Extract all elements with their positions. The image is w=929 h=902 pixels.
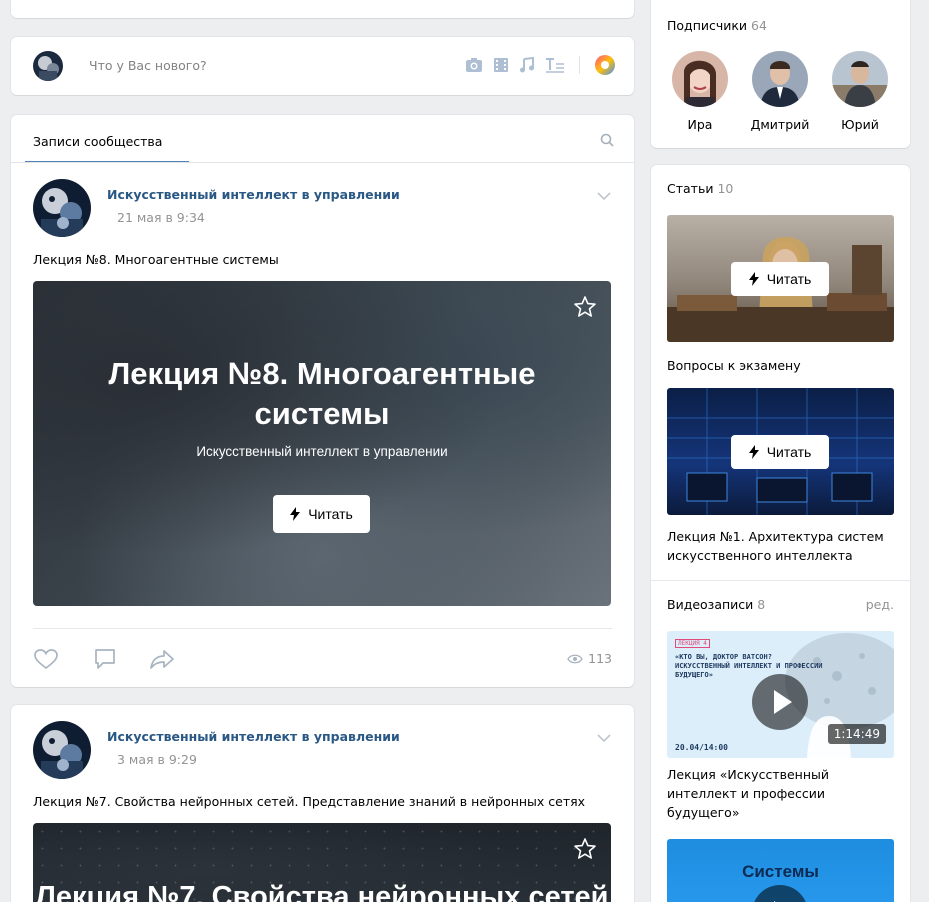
post: Искусственный интеллект в управлении 3 м… <box>11 705 634 902</box>
article-title[interactable]: Лекция №1. Архитектура систем искусствен… <box>667 527 897 565</box>
videos-title[interactable]: Видеозаписи 8 <box>667 597 765 612</box>
video-thumb-date: 20.04/14:00 <box>675 743 728 752</box>
read-button[interactable]: Читать <box>273 495 370 533</box>
read-button-label: Читать <box>766 271 812 287</box>
follower-avatar <box>832 51 888 107</box>
article-title[interactable]: Вопросы к экзамену <box>667 356 897 375</box>
articles-title-text: Статьи <box>667 181 714 196</box>
play-icon[interactable] <box>752 885 808 902</box>
article-icon[interactable] <box>545 57 565 73</box>
post-avatar[interactable] <box>33 721 91 779</box>
lightning-icon <box>748 445 759 459</box>
followers-block: Подписчики 64 Ира Дмитрий Юрий <box>651 0 910 148</box>
followers-count: 64 <box>751 18 767 33</box>
composer-input[interactable]: Что у Вас нового? <box>89 58 207 73</box>
post-author-link[interactable]: Искусственный интеллект в управлении <box>107 729 400 744</box>
video-tag: ЛЕКЦИЯ 4 <box>675 639 710 648</box>
lightning-icon <box>290 507 301 521</box>
follower-name: Дмитрий <box>750 117 810 132</box>
share-icon[interactable] <box>149 648 175 670</box>
article-card[interactable]: Читать <box>667 215 894 342</box>
follower-avatar <box>752 51 808 107</box>
video-title[interactable]: Лекция «Искусственный интеллект и профес… <box>667 765 867 822</box>
articles-count: 10 <box>717 181 734 196</box>
cover-title: Лекция №8. Многоагентные системы <box>108 356 536 431</box>
follower-item[interactable]: Юрий <box>830 51 890 132</box>
read-button[interactable]: Читать <box>731 435 829 469</box>
follower-name: Юрий <box>841 117 879 132</box>
comment-icon[interactable] <box>93 648 117 670</box>
video-duration: 1:14:49 <box>827 724 886 744</box>
article-cover[interactable]: Лекция №8. Многоагентные системы Искусст… <box>33 281 611 606</box>
star-icon[interactable] <box>573 295 597 318</box>
videos-count: 8 <box>757 597 766 612</box>
lightning-icon <box>748 272 759 286</box>
follower-avatar <box>672 51 728 107</box>
views-counter: 113 <box>567 651 612 666</box>
previous-card <box>11 0 634 18</box>
chevron-down-icon[interactable] <box>596 191 612 201</box>
video-card[interactable]: ЛЕКЦИЯ 4 «КТО ВЫ, ДОКТОР ВАТСОН? ИСКУССТ… <box>667 631 894 758</box>
composer-avatar <box>33 51 63 81</box>
follower-item[interactable]: Ира <box>670 51 730 132</box>
eye-icon <box>567 654 583 664</box>
search-icon[interactable] <box>600 133 614 147</box>
videos-title-text: Видеозаписи <box>667 597 754 612</box>
follower-item[interactable]: Дмитрий <box>750 51 810 132</box>
star-icon[interactable] <box>573 837 597 860</box>
video-icon[interactable] <box>493 57 509 73</box>
poster-icon[interactable] <box>594 54 616 76</box>
chevron-down-icon[interactable] <box>596 733 612 743</box>
post-composer[interactable]: Что у Вас нового? <box>11 37 634 95</box>
post-avatar[interactable] <box>33 179 91 237</box>
views-count: 113 <box>588 651 612 666</box>
article-card[interactable]: Читать <box>667 388 894 515</box>
videos-edit-link[interactable]: ред. <box>866 597 894 612</box>
post-date[interactable]: 21 мая в 9:34 <box>117 210 205 225</box>
articles-title[interactable]: Статьи 10 <box>667 181 733 196</box>
music-icon[interactable] <box>519 57 535 73</box>
cover-subtitle: Искусственный интеллект в управлении <box>196 444 448 459</box>
followers-title[interactable]: Подписчики 64 <box>667 18 767 33</box>
post-text: Лекция №8. Многоагентные системы <box>33 252 279 267</box>
tools-divider <box>579 56 580 74</box>
feed-header: Записи сообщества <box>11 115 634 163</box>
read-button[interactable]: Читать <box>731 262 829 296</box>
composer-tools <box>465 54 616 76</box>
post: Искусственный интеллект в управлении 21 … <box>11 163 634 687</box>
read-button-label: Читать <box>308 506 353 522</box>
follower-name: Ира <box>687 117 713 132</box>
block-divider <box>651 580 910 581</box>
post-actions: 113 <box>33 628 612 680</box>
post-text: Лекция №7. Свойства нейронных сетей. Пре… <box>33 794 586 809</box>
article-cover[interactable]: Лекция №7. Свойства нейронных сетей <box>33 823 611 902</box>
video-thumb-text: Системы <box>742 862 819 881</box>
articles-block: Статьи 10 Читать Вопросы к экзамену Чита… <box>651 165 910 902</box>
video-card[interactable]: Системы <box>667 839 894 902</box>
post-author-link[interactable]: Искусственный интеллект в управлении <box>107 187 400 202</box>
like-icon[interactable] <box>33 648 59 670</box>
read-button-label: Читать <box>766 444 812 460</box>
cover-title: Лекция №7. Свойства нейронных сетей <box>35 881 609 902</box>
camera-icon[interactable] <box>465 57 483 73</box>
play-icon[interactable] <box>752 674 808 730</box>
post-date[interactable]: 3 мая в 9:29 <box>117 752 197 767</box>
tab-community-posts[interactable]: Записи сообщества <box>33 134 162 149</box>
followers-title-text: Подписчики <box>667 18 748 33</box>
